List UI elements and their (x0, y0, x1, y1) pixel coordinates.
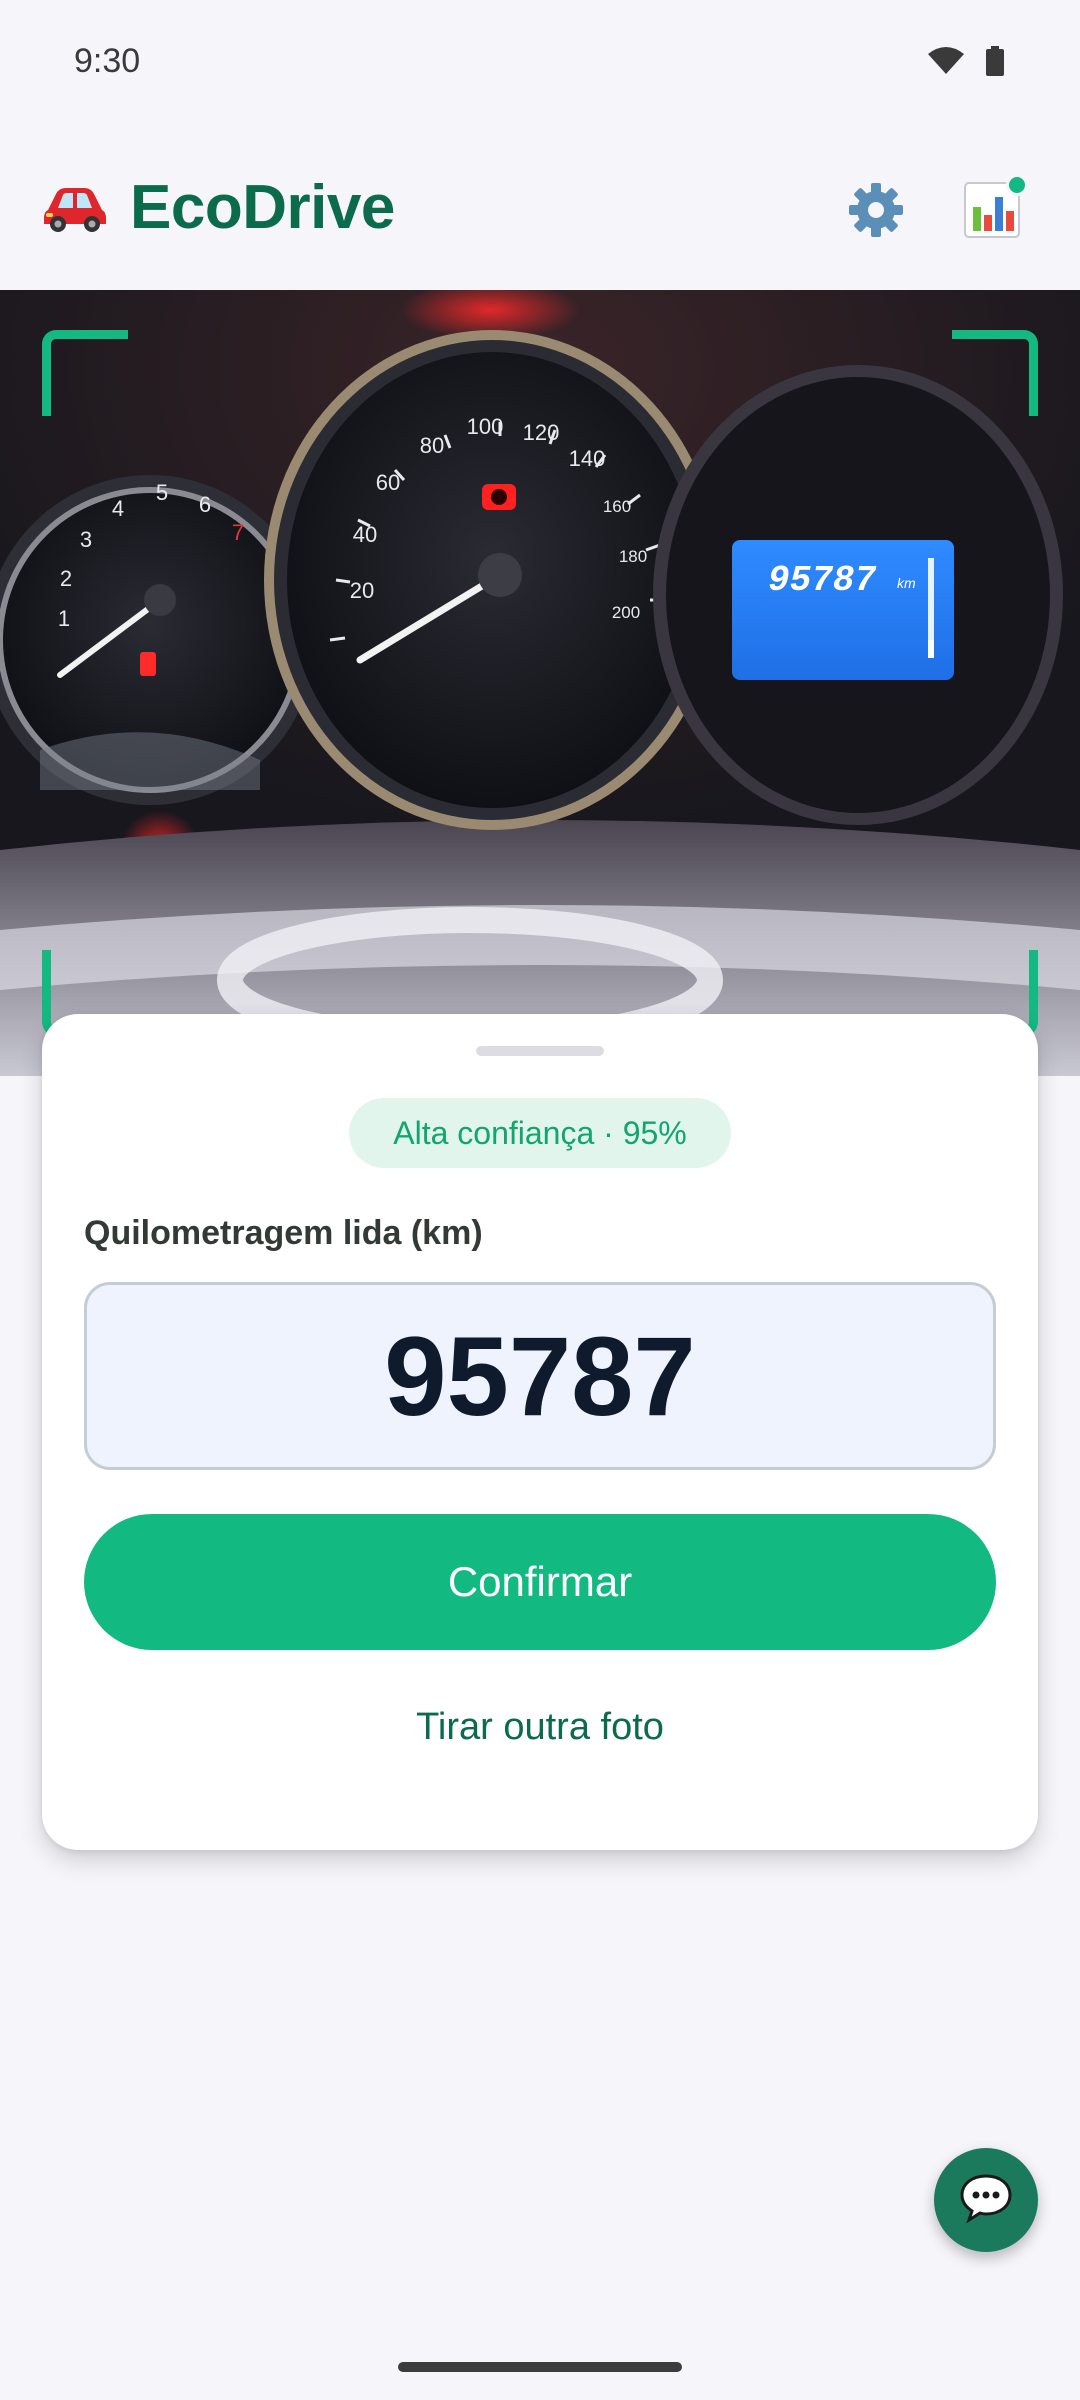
speed-tick: 80 (420, 433, 444, 458)
mileage-input[interactable] (84, 1282, 996, 1470)
speed-tick: 180 (619, 547, 647, 566)
odometer-unit: km (897, 575, 916, 591)
speed-tick: 120 (523, 420, 560, 445)
tach-tick: 7 (232, 520, 244, 545)
odometer-reading: 95787 (768, 560, 876, 601)
tach-tick: 4 (112, 496, 124, 521)
notification-dot (1006, 174, 1028, 196)
tach-tick: 2 (60, 566, 72, 591)
wifi-icon (926, 46, 966, 76)
gesture-bar[interactable] (398, 2362, 682, 2372)
result-sheet: Alta confiança · 95% Quilometragem lida … (42, 1014, 1038, 1850)
speed-tick: 60 (376, 470, 400, 495)
mileage-field-label: Quilometragem lida (km) (84, 1214, 483, 1252)
drag-handle[interactable] (476, 1046, 604, 1056)
scan-frame-corner (42, 330, 128, 416)
chat-bubble-icon (959, 2173, 1013, 2228)
camera-preview: 1 2 3 4 5 6 7 20 40 60 80 100 120 140 16… (0, 290, 1080, 1076)
brand: EcoDrive (42, 172, 395, 243)
speed-tick: 160 (603, 497, 631, 516)
app-title: EcoDrive (130, 173, 395, 242)
speed-tick: 20 (350, 578, 374, 603)
speed-tick: 40 (353, 522, 377, 547)
car-icon (42, 180, 108, 236)
gear-icon (847, 181, 905, 244)
dashboard-photo: 1 2 3 4 5 6 7 20 40 60 80 100 120 140 16… (0, 290, 1080, 1076)
tach-tick: 6 (199, 492, 211, 517)
speed-tick: 100 (467, 414, 504, 439)
scan-frame-corner (952, 330, 1038, 416)
confirm-button[interactable]: Confirmar (84, 1514, 996, 1650)
retake-photo-button[interactable]: Tirar outra foto (42, 1706, 1038, 1749)
speed-tick: 200 (612, 603, 640, 622)
tach-tick: 3 (80, 527, 92, 552)
confidence-badge: Alta confiança · 95% (349, 1098, 731, 1168)
status-icons (926, 46, 1006, 76)
statistics-button[interactable] (952, 172, 1032, 252)
speed-tick: 140 (569, 446, 606, 471)
settings-button[interactable] (836, 172, 916, 252)
tach-tick: 1 (58, 606, 70, 631)
tach-tick: 5 (156, 480, 168, 505)
app-bar: EcoDrive (0, 120, 1080, 290)
battery-icon (984, 46, 1006, 76)
chat-button[interactable] (934, 2148, 1038, 2252)
status-time: 9:30 (74, 42, 141, 80)
status-bar: 9:30 (0, 0, 1080, 120)
